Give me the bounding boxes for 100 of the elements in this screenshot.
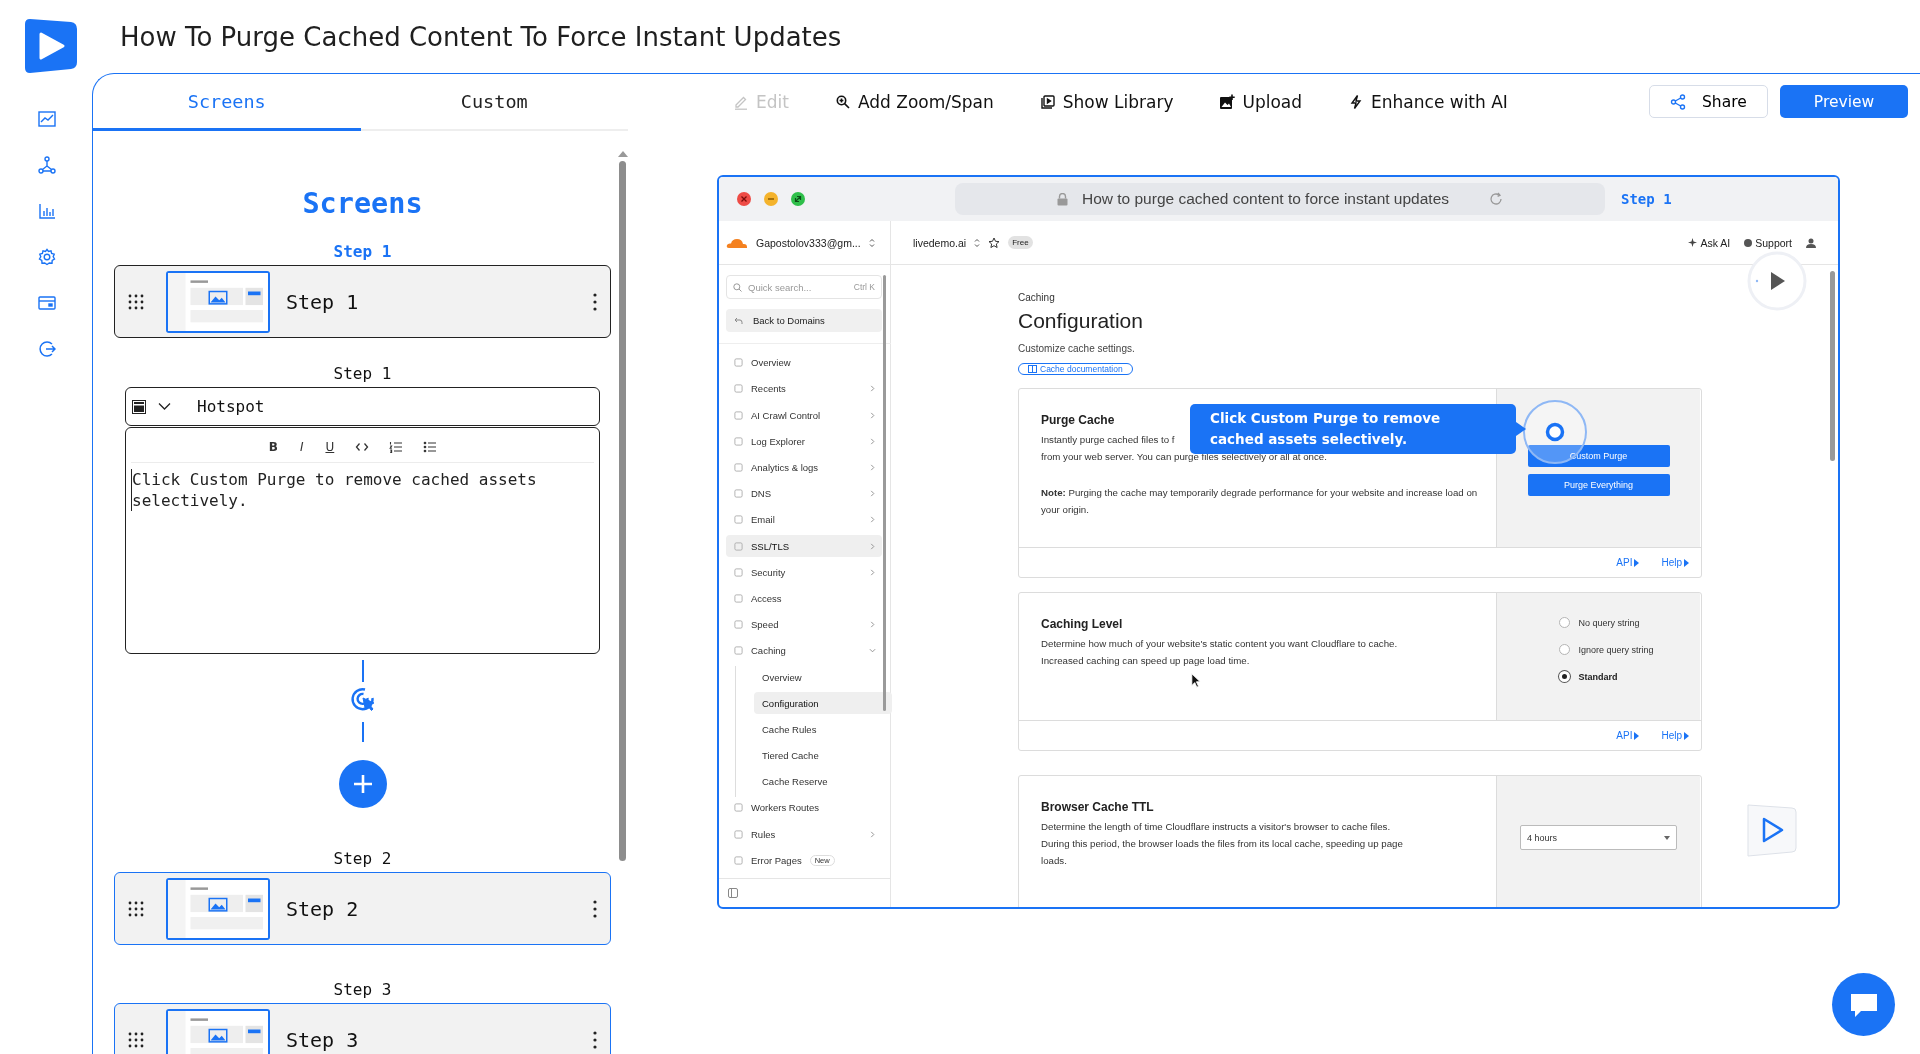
- toolbar-button[interactable]: Add Zoom/Span: [834, 91, 994, 112]
- bar-chart-icon[interactable]: [38, 202, 56, 220]
- add-step-button[interactable]: [338, 760, 387, 808]
- nav-item[interactable]: AI Crawl Control: [726, 404, 882, 426]
- square-icon: [734, 593, 743, 603]
- more-icon[interactable]: [592, 898, 598, 919]
- drag-handle-icon[interactable]: [128, 293, 144, 310]
- step-card[interactable]: Step 2: [114, 872, 611, 945]
- bullet-list-icon[interactable]: [423, 440, 438, 454]
- user-icon[interactable]: [1806, 237, 1816, 248]
- card-description: Increased caching can speed up page load time.: [1041, 654, 1250, 668]
- logout-icon[interactable]: [38, 340, 56, 358]
- maximize-icon[interactable]: [791, 192, 805, 206]
- more-icon[interactable]: [592, 1029, 598, 1050]
- star-icon[interactable]: [988, 236, 1001, 249]
- settings-icon[interactable]: [38, 248, 56, 266]
- ttl-select[interactable]: 4 hours: [1520, 825, 1677, 850]
- nav-item[interactable]: Rules: [726, 823, 882, 845]
- step-type: Hotspot: [197, 397, 265, 416]
- close-icon[interactable]: [737, 192, 751, 206]
- chevron-down-icon[interactable]: [158, 402, 171, 411]
- back-button[interactable]: Back to Domains: [726, 309, 882, 332]
- header-link[interactable]: Support: [1744, 236, 1792, 249]
- purge-button[interactable]: Custom Purge: [1527, 445, 1670, 467]
- nav-item[interactable]: Overview: [754, 666, 892, 688]
- share-icon: [1670, 93, 1686, 110]
- step-type-bar[interactable]: Hotspot: [125, 387, 600, 426]
- play-button[interactable]: [1746, 802, 1798, 858]
- nav-item[interactable]: Analytics & logs: [726, 456, 882, 479]
- nav-item[interactable]: Configuration: [754, 692, 892, 714]
- scrollbar[interactable]: [883, 275, 886, 711]
- step-card[interactable]: Step 3: [114, 1003, 611, 1054]
- format-button[interactable]: U: [324, 440, 336, 454]
- step-title: Step 2: [286, 896, 360, 921]
- nav-item[interactable]: Speed: [726, 613, 882, 636]
- toolbar-button[interactable]: Upload: [1219, 91, 1303, 112]
- reload-icon[interactable]: [1489, 192, 1504, 206]
- documentation-link[interactable]: Cache documentation: [1018, 363, 1133, 375]
- address-bar[interactable]: How to purge cached content to force instant updates: [955, 183, 1605, 215]
- nav-item[interactable]: Log Explorer: [726, 430, 882, 453]
- chevron-right-icon: [869, 830, 876, 838]
- radio-option[interactable]: Standard: [1558, 663, 1679, 690]
- radio-option[interactable]: No query string: [1558, 609, 1679, 636]
- plan-badge: Free: [1008, 236, 1033, 249]
- preview-button[interactable]: Preview: [1780, 85, 1908, 118]
- format-button[interactable]: I: [298, 440, 305, 454]
- domain-name[interactable]: livedemo.ai: [913, 236, 967, 249]
- scrollbar[interactable]: [619, 161, 626, 861]
- tab[interactable]: Custom: [360, 74, 628, 131]
- nav-item[interactable]: Workers Routes: [726, 797, 882, 819]
- nav-item[interactable]: DNS: [726, 482, 882, 505]
- nav-item[interactable]: Overview: [726, 352, 882, 374]
- nav-item[interactable]: Cache Reserve: [754, 771, 892, 793]
- toolbar-button[interactable]: Show Library: [1039, 91, 1174, 112]
- tab[interactable]: Screens: [93, 74, 361, 131]
- nodes-icon[interactable]: [38, 156, 56, 174]
- more-icon[interactable]: [592, 291, 598, 312]
- toolbar-button[interactable]: Enhance with AI: [1348, 91, 1508, 112]
- layout-icon: [132, 399, 146, 414]
- play-button[interactable]: [1747, 251, 1807, 311]
- format-button[interactable]: B: [267, 440, 279, 454]
- card-title: Caching Level: [1041, 617, 1123, 631]
- nav-item[interactable]: Tiered Cache: [754, 744, 892, 767]
- scroll-up-icon[interactable]: [617, 151, 628, 157]
- nav-item[interactable]: Cache Rules: [754, 718, 892, 741]
- nav-item[interactable]: SSL/TLS: [726, 535, 882, 557]
- doc-link[interactable]: Help: [1661, 730, 1689, 741]
- scrollbar[interactable]: [1830, 271, 1835, 461]
- purge-button[interactable]: Purge Everything: [1527, 474, 1670, 496]
- chevron-right-icon: [869, 411, 876, 419]
- radio-button[interactable]: [1558, 617, 1570, 628]
- doc-link[interactable]: API: [1616, 557, 1640, 568]
- drag-handle-icon[interactable]: [128, 1031, 144, 1048]
- nav-item[interactable]: Email: [726, 509, 882, 531]
- drag-handle-icon[interactable]: [128, 900, 144, 917]
- step-card[interactable]: Step 1: [114, 265, 611, 338]
- triangle-right-icon: [1634, 731, 1640, 740]
- share-button[interactable]: Share: [1649, 85, 1768, 118]
- doc-link[interactable]: Help: [1661, 557, 1689, 568]
- nav-item[interactable]: Security: [726, 561, 882, 583]
- nav-item[interactable]: Recents: [726, 378, 882, 400]
- line-chart-icon[interactable]: [38, 110, 56, 128]
- text-editor[interactable]: B I U Click Custom Purge to remove cached assets selectively.: [125, 427, 600, 654]
- radio-button[interactable]: [1558, 644, 1570, 655]
- radio-label: Standard: [1578, 671, 1618, 682]
- minimize-icon[interactable]: [764, 192, 778, 206]
- chevron-right-icon: [869, 385, 876, 393]
- nav-item[interactable]: Caching: [726, 640, 882, 662]
- radio-label: No query string: [1578, 617, 1640, 628]
- chevron-right-icon: [869, 437, 876, 445]
- step-heading: Step 2: [333, 849, 392, 869]
- header-link[interactable]: Ask AI: [1688, 236, 1731, 249]
- nav-item[interactable]: Access: [726, 587, 882, 610]
- numbered-list-icon[interactable]: [389, 440, 404, 454]
- radio-option[interactable]: Ignore query string: [1558, 636, 1679, 663]
- card-icon[interactable]: [38, 294, 56, 312]
- doc-link[interactable]: API: [1616, 730, 1640, 741]
- mouse-cursor-icon: [1191, 673, 1201, 688]
- account-name[interactable]: Gapostolov333@gm...: [756, 236, 861, 249]
- panel-toggle-icon[interactable]: [728, 888, 738, 898]
